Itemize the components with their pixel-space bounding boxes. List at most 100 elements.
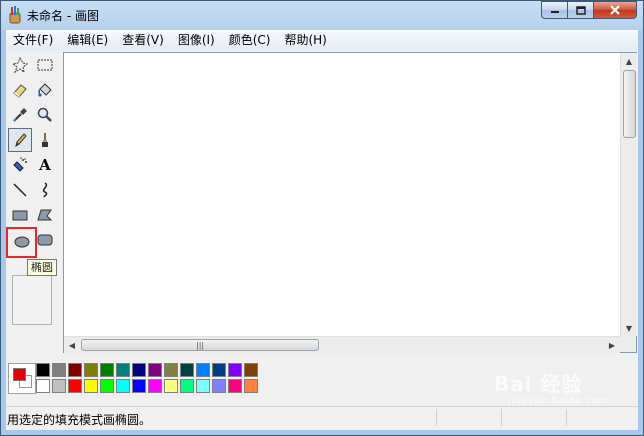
paint-window: 未命名 - 画图 文件(F) 编辑(E) 查看(V) 图像(I) 颜色(C) 帮… (0, 0, 644, 436)
tool-rectangle-select[interactable] (33, 53, 57, 77)
menu-file[interactable]: 文件(F) (6, 30, 60, 51)
tool-fill-with-color[interactable] (33, 78, 57, 102)
status-text: 用选定的填充模式画椭圆。 (7, 413, 152, 427)
palette-swatch[interactable] (148, 379, 162, 393)
palette-swatch[interactable] (84, 363, 98, 377)
palette-swatch[interactable] (180, 379, 194, 393)
maximize-button[interactable] (567, 1, 593, 19)
tooltip: 椭圆 (27, 259, 57, 276)
palette-swatch[interactable] (100, 379, 114, 393)
tool-rectangle[interactable] (8, 203, 32, 227)
palette-swatch[interactable] (228, 363, 242, 377)
vertical-scrollbar[interactable]: ▲ ▼ (620, 53, 637, 336)
text-icon: A (39, 156, 51, 174)
menu-edit[interactable]: 编辑(E) (60, 30, 115, 51)
title-bar[interactable]: 未命名 - 画图 (1, 1, 643, 29)
palette-swatch[interactable] (244, 363, 258, 377)
drawing-canvas[interactable] (63, 52, 637, 353)
palette-swatch[interactable] (84, 379, 98, 393)
menu-bar: 文件(F) 编辑(E) 查看(V) 图像(I) 颜色(C) 帮助(H) (6, 30, 638, 51)
pencil-icon (15, 133, 27, 148)
tool-airbrush[interactable] (8, 153, 32, 177)
close-icon (610, 5, 620, 15)
paint-app-icon (9, 6, 21, 24)
line-icon (13, 183, 27, 197)
close-button[interactable] (593, 1, 637, 19)
palette-swatch[interactable] (36, 363, 50, 377)
palette-swatch[interactable] (196, 379, 210, 393)
palette-swatch[interactable] (148, 363, 162, 377)
palette-swatch[interactable] (180, 363, 194, 377)
rounded-rectangle-icon (37, 234, 53, 246)
tool-text[interactable]: A (33, 153, 57, 177)
scroll-corner (620, 336, 636, 352)
status-panels (436, 409, 631, 426)
palette-swatch[interactable] (52, 379, 66, 393)
free-form-select-icon (11, 56, 29, 74)
window-title: 未命名 - 画图 (27, 9, 99, 23)
palette-swatch[interactable] (228, 379, 242, 393)
foreground-color-swatch (13, 368, 26, 381)
rectangle-icon (12, 210, 28, 221)
palette-swatch[interactable] (164, 379, 178, 393)
paint-bucket-icon (38, 83, 52, 97)
palette-swatch[interactable] (164, 363, 178, 377)
polygon-icon (37, 209, 53, 221)
scroll-grip-icon: ||| (196, 341, 205, 350)
brush-icon (42, 133, 48, 147)
vertical-scroll-thumb[interactable] (623, 70, 636, 138)
scroll-up-arrow-icon[interactable]: ▲ (621, 53, 637, 69)
palette-swatch[interactable] (212, 379, 226, 393)
minimize-button[interactable] (541, 1, 567, 19)
tool-pencil[interactable] (8, 128, 32, 152)
tool-free-form-select[interactable] (8, 53, 32, 77)
eyedropper-icon (13, 108, 27, 122)
magnifier-icon (37, 107, 52, 122)
palette-swatch[interactable] (212, 363, 226, 377)
palette-swatch[interactable] (116, 363, 130, 377)
scroll-left-arrow-icon[interactable]: ◀ (64, 337, 80, 353)
horizontal-scrollbar[interactable]: ◀ ||| ▶ (64, 336, 620, 353)
palette-swatch[interactable] (196, 363, 210, 377)
tool-pick-color[interactable] (8, 103, 32, 127)
scroll-down-arrow-icon[interactable]: ▼ (621, 320, 637, 336)
tool-eraser[interactable] (8, 78, 32, 102)
palette-swatch[interactable] (100, 363, 114, 377)
tool-polygon[interactable] (33, 203, 57, 227)
minimize-icon (550, 11, 559, 13)
ellipse-tool-highlight (6, 227, 37, 258)
watermark-text: Bai 经验 (494, 372, 583, 396)
tool-brush[interactable] (33, 128, 57, 152)
palette-swatch[interactable] (52, 363, 66, 377)
eraser-icon (13, 84, 27, 98)
tool-curve[interactable] (33, 178, 57, 202)
palette-swatch[interactable] (244, 379, 258, 393)
palette-swatch[interactable] (116, 379, 130, 393)
tool-magnifier[interactable] (33, 103, 57, 127)
status-panel (436, 409, 501, 426)
maximize-icon (575, 5, 586, 15)
palette-swatch[interactable] (132, 379, 146, 393)
palette-swatch[interactable] (132, 363, 146, 377)
palette-swatches (36, 363, 268, 395)
status-panel (501, 409, 566, 426)
tool-options-box[interactable] (12, 275, 52, 325)
palette-swatch[interactable] (68, 363, 82, 377)
menu-help[interactable]: 帮助(H) (277, 30, 333, 51)
window-controls (541, 1, 637, 20)
menu-image[interactable]: 图像(I) (171, 30, 222, 51)
airbrush-icon (13, 157, 27, 172)
curve-icon (42, 182, 48, 198)
current-colors[interactable] (8, 363, 36, 394)
tool-line[interactable] (8, 178, 32, 202)
menu-view[interactable]: 查看(V) (115, 30, 171, 51)
status-panel (566, 409, 631, 426)
scroll-right-arrow-icon[interactable]: ▶ (604, 337, 620, 353)
menu-colors[interactable]: 颜色(C) (222, 30, 278, 51)
palette-swatch[interactable] (36, 379, 50, 393)
toolbox: A 椭圆 (6, 51, 62, 351)
watermark-url: jingyan.baidu.com (508, 396, 609, 406)
rectangle-select-icon (37, 59, 53, 71)
palette-swatch[interactable] (68, 379, 82, 393)
horizontal-scroll-thumb[interactable]: ||| (81, 339, 319, 351)
